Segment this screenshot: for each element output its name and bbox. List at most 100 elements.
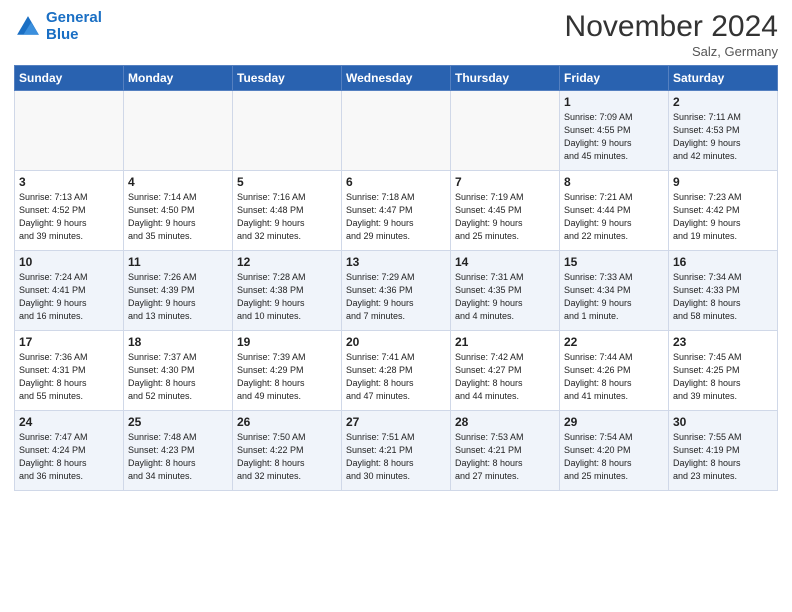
calendar-cell: 20Sunrise: 7:41 AM Sunset: 4:28 PM Dayli… — [342, 331, 451, 411]
calendar-cell: 9 Sunrise: 7:23 AM Sunset: 4:42 PM Daylig… — [669, 171, 778, 251]
logo-icon — [14, 13, 42, 41]
logo: General Blue — [14, 10, 102, 43]
calendar-cell: 10 Sunrise: 7:24 AM Sunset: 4:41 PM Dayli… — [15, 251, 124, 331]
day-detail: Sunrise: 7:33 AM Sunset: 4:34 PM Dayligh… — [564, 271, 664, 323]
day-number: 10 — [19, 255, 119, 269]
day-detail: Sunrise: 7:51 AM Sunset: 4:21 PM Dayligh… — [346, 431, 446, 483]
calendar-cell: 19Sunrise: 7:39 AM Sunset: 4:29 PM Dayli… — [233, 331, 342, 411]
calendar-cell: 17 Sunrise: 7:36 AM Sunset: 4:31 PM Dayli… — [15, 331, 124, 411]
day-number: 26 — [237, 415, 337, 429]
day-number: 12 — [237, 255, 337, 269]
title-block: November 2024 Salz, Germany — [565, 10, 778, 59]
day-detail: Sunrise: 7:21 AM Sunset: 4:44 PM Dayligh… — [564, 191, 664, 243]
day-detail: Sunrise: 7:26 AM Sunset: 4:39 PM Dayligh… — [128, 271, 228, 323]
day-number: 15 — [564, 255, 664, 269]
calendar-cell: 12 Sunrise: 7:28 AM Sunset: 4:38 PM Dayli… — [233, 251, 342, 331]
calendar-cell: 21Sunrise: 7:42 AM Sunset: 4:27 PM Dayli… — [451, 331, 560, 411]
calendar-cell — [233, 91, 342, 171]
day-detail: Sunrise: 7:29 AM Sunset: 4:36 PM Dayligh… — [346, 271, 446, 323]
day-detail: Sunrise: 7:37 AM Sunset: 4:30 PM Dayligh… — [128, 351, 228, 403]
weekday-header-row: SundayMondayTuesdayWednesdayThursdayFrid… — [15, 66, 778, 91]
day-detail: Sunrise: 7:19 AM Sunset: 4:45 PM Dayligh… — [455, 191, 555, 243]
calendar-cell: 8 Sunrise: 7:21 AM Sunset: 4:44 PM Daylig… — [560, 171, 669, 251]
day-number: 27 — [346, 415, 446, 429]
day-number: 14 — [455, 255, 555, 269]
weekday-header-thursday: Thursday — [451, 66, 560, 91]
calendar-cell: 22 Sunrise: 7:44 AM Sunset: 4:26 PM Dayli… — [560, 331, 669, 411]
logo-text: General Blue — [46, 10, 102, 43]
day-number: 19 — [237, 335, 337, 349]
day-number: 28 — [455, 415, 555, 429]
calendar-cell: 29 Sunrise: 7:54 AM Sunset: 4:20 PM Dayli… — [560, 411, 669, 491]
day-detail: Sunrise: 7:09 AM Sunset: 4:55 PM Dayligh… — [564, 111, 664, 163]
day-number: 24 — [19, 415, 119, 429]
calendar-cell: 28 Sunrise: 7:53 AM Sunset: 4:21 PM Dayli… — [451, 411, 560, 491]
location: Salz, Germany — [565, 44, 778, 59]
page-container: General Blue November 2024 Salz, Germany… — [0, 0, 792, 499]
day-number: 29 — [564, 415, 664, 429]
weekday-header-tuesday: Tuesday — [233, 66, 342, 91]
day-number: 2 — [673, 95, 773, 109]
calendar-cell — [15, 91, 124, 171]
day-number: 17 — [19, 335, 119, 349]
day-number: 16 — [673, 255, 773, 269]
calendar-cell: 23Sunrise: 7:45 AM Sunset: 4:25 PM Dayli… — [669, 331, 778, 411]
day-detail: Sunrise: 7:13 AM Sunset: 4:52 PM Dayligh… — [19, 191, 119, 243]
day-detail: Sunrise: 7:23 AM Sunset: 4:42 PM Dayligh… — [673, 191, 773, 243]
weekday-header-wednesday: Wednesday — [342, 66, 451, 91]
calendar-cell: 7 Sunrise: 7:19 AM Sunset: 4:45 PM Daylig… — [451, 171, 560, 251]
week-row-2: 3 Sunrise: 7:13 AM Sunset: 4:52 PM Daylig… — [15, 171, 778, 251]
header: General Blue November 2024 Salz, Germany — [14, 10, 778, 59]
day-number: 7 — [455, 175, 555, 189]
calendar-cell: 5 Sunrise: 7:16 AM Sunset: 4:48 PM Daylig… — [233, 171, 342, 251]
calendar-cell: 27 Sunrise: 7:51 AM Sunset: 4:21 PM Dayli… — [342, 411, 451, 491]
day-number: 23 — [673, 335, 773, 349]
calendar-cell: 30 Sunrise: 7:55 AM Sunset: 4:19 PM Dayli… — [669, 411, 778, 491]
weekday-header-sunday: Sunday — [15, 66, 124, 91]
day-number: 1 — [564, 95, 664, 109]
day-detail: Sunrise: 7:11 AM Sunset: 4:53 PM Dayligh… — [673, 111, 773, 163]
day-number: 6 — [346, 175, 446, 189]
calendar-cell: 1 Sunrise: 7:09 AM Sunset: 4:55 PM Daylig… — [560, 91, 669, 171]
day-detail: Sunrise: 7:31 AM Sunset: 4:35 PM Dayligh… — [455, 271, 555, 323]
day-detail: Sunrise: 7:36 AM Sunset: 4:31 PM Dayligh… — [19, 351, 119, 403]
calendar-cell: 16 Sunrise: 7:34 AM Sunset: 4:33 PM Dayli… — [669, 251, 778, 331]
day-detail: Sunrise: 7:14 AM Sunset: 4:50 PM Dayligh… — [128, 191, 228, 243]
day-detail: Sunrise: 7:18 AM Sunset: 4:47 PM Dayligh… — [346, 191, 446, 243]
day-number: 25 — [128, 415, 228, 429]
calendar-cell: 25 Sunrise: 7:48 AM Sunset: 4:23 PM Dayli… — [124, 411, 233, 491]
day-detail: Sunrise: 7:16 AM Sunset: 4:48 PM Dayligh… — [237, 191, 337, 243]
day-detail: Sunrise: 7:44 AM Sunset: 4:26 PM Dayligh… — [564, 351, 664, 403]
day-number: 18 — [128, 335, 228, 349]
day-number: 11 — [128, 255, 228, 269]
day-number: 13 — [346, 255, 446, 269]
calendar-cell: 11 Sunrise: 7:26 AM Sunset: 4:39 PM Dayli… — [124, 251, 233, 331]
calendar-cell: 18 Sunrise: 7:37 AM Sunset: 4:30 PM Dayli… — [124, 331, 233, 411]
day-number: 3 — [19, 175, 119, 189]
week-row-4: 17 Sunrise: 7:36 AM Sunset: 4:31 PM Dayli… — [15, 331, 778, 411]
day-detail: Sunrise: 7:55 AM Sunset: 4:19 PM Dayligh… — [673, 431, 773, 483]
day-number: 22 — [564, 335, 664, 349]
day-number: 30 — [673, 415, 773, 429]
day-number: 20 — [346, 335, 446, 349]
weekday-header-monday: Monday — [124, 66, 233, 91]
day-number: 8 — [564, 175, 664, 189]
calendar-cell: 4Sunrise: 7:14 AM Sunset: 4:50 PM Daylig… — [124, 171, 233, 251]
calendar-cell: 15 Sunrise: 7:33 AM Sunset: 4:34 PM Dayli… — [560, 251, 669, 331]
day-detail: Sunrise: 7:34 AM Sunset: 4:33 PM Dayligh… — [673, 271, 773, 323]
calendar-cell: 6 Sunrise: 7:18 AM Sunset: 4:47 PM Daylig… — [342, 171, 451, 251]
day-detail: Sunrise: 7:48 AM Sunset: 4:23 PM Dayligh… — [128, 431, 228, 483]
day-detail: Sunrise: 7:53 AM Sunset: 4:21 PM Dayligh… — [455, 431, 555, 483]
day-number: 5 — [237, 175, 337, 189]
calendar-cell — [451, 91, 560, 171]
calendar-cell — [124, 91, 233, 171]
weekday-header-friday: Friday — [560, 66, 669, 91]
day-detail: Sunrise: 7:24 AM Sunset: 4:41 PM Dayligh… — [19, 271, 119, 323]
day-detail: Sunrise: 7:47 AM Sunset: 4:24 PM Dayligh… — [19, 431, 119, 483]
calendar-cell: 26Sunrise: 7:50 AM Sunset: 4:22 PM Dayli… — [233, 411, 342, 491]
calendar-cell: 24 Sunrise: 7:47 AM Sunset: 4:24 PM Dayli… — [15, 411, 124, 491]
day-detail: Sunrise: 7:54 AM Sunset: 4:20 PM Dayligh… — [564, 431, 664, 483]
day-number: 9 — [673, 175, 773, 189]
day-detail: Sunrise: 7:28 AM Sunset: 4:38 PM Dayligh… — [237, 271, 337, 323]
calendar-cell: 13 Sunrise: 7:29 AM Sunset: 4:36 PM Dayli… — [342, 251, 451, 331]
